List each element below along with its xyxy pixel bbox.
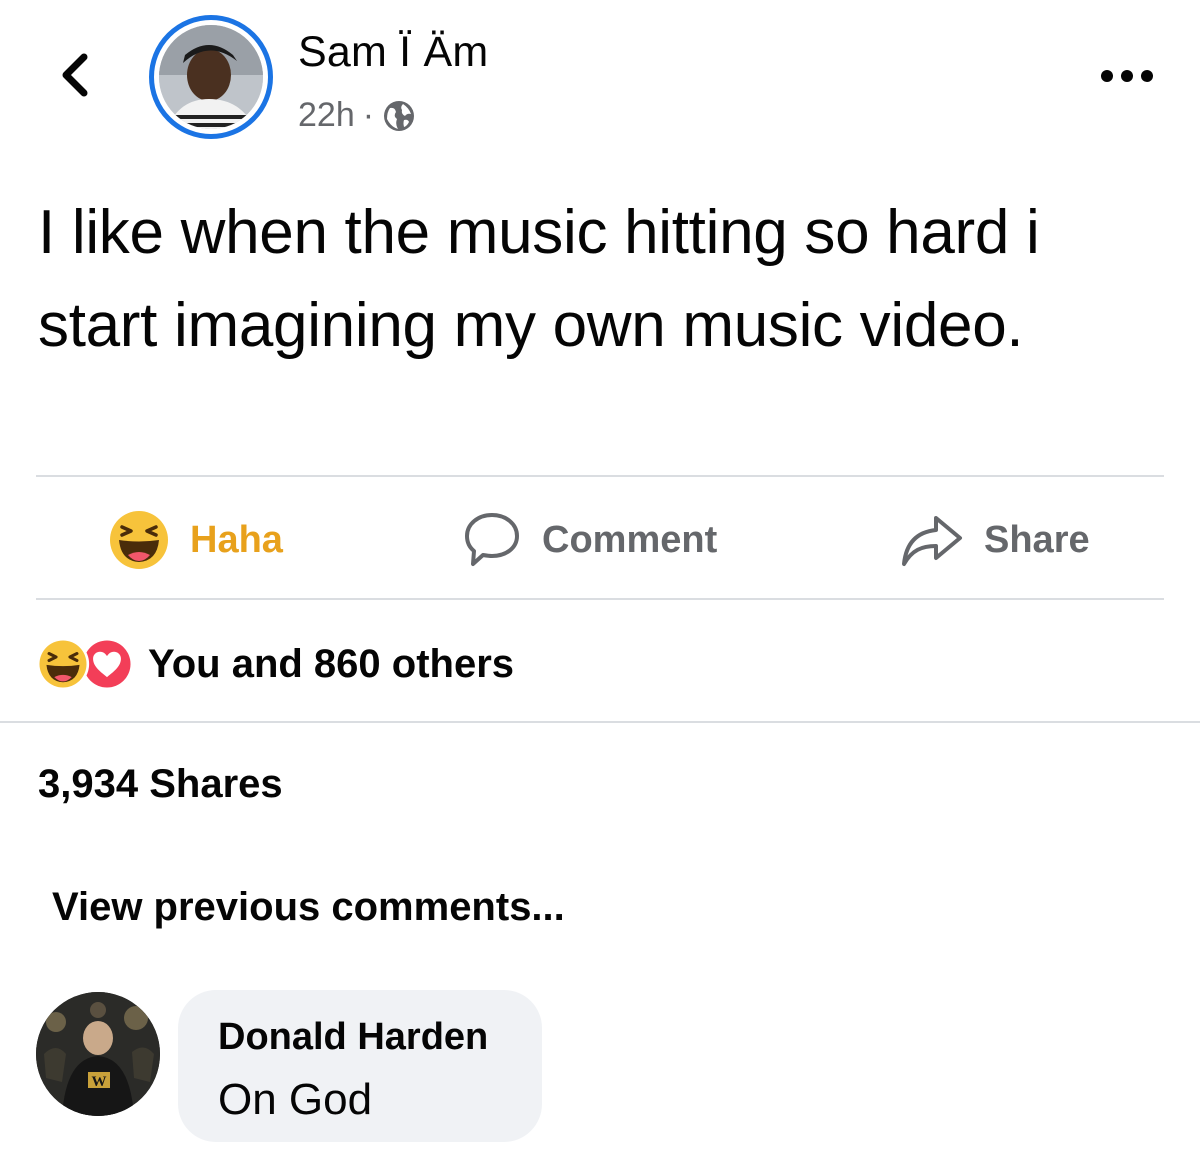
- divider: [36, 598, 1164, 600]
- comment-button[interactable]: Comment: [462, 505, 717, 575]
- comment-bubble: Donald Harden On God: [178, 990, 542, 1142]
- comment-text: On God: [218, 1075, 373, 1124]
- author-avatar-image: [159, 25, 263, 129]
- haha-reaction-button[interactable]: Haha: [108, 505, 283, 575]
- divider: [36, 475, 1164, 477]
- post-meta: 22h ·: [298, 96, 416, 135]
- shares-count[interactable]: 3,934 Shares: [38, 762, 283, 807]
- svg-text:W: W: [92, 1074, 107, 1090]
- meta-separator: ·: [362, 96, 375, 134]
- reactions-summary-text: You and 860 others: [148, 641, 515, 686]
- comment-author[interactable]: Donald Harden: [218, 1016, 542, 1059]
- commenter-avatar[interactable]: W: [36, 992, 160, 1116]
- more-horizontal-icon: [1101, 70, 1113, 82]
- post-text: I like when the music hitting so hard i …: [38, 198, 1040, 360]
- view-previous-comments-link[interactable]: View previous comments...: [52, 885, 565, 930]
- back-button[interactable]: [40, 40, 110, 110]
- comment-label: Comment: [542, 518, 718, 561]
- post-timestamp[interactable]: 22h: [298, 96, 355, 135]
- globe-icon: [384, 100, 415, 131]
- chevron-left-icon: [62, 53, 88, 97]
- haha-icon: [36, 637, 90, 691]
- share-button[interactable]: Share: [900, 505, 1090, 575]
- author-avatar[interactable]: [149, 15, 273, 139]
- reactions-summary[interactable]: You and 860 others: [36, 636, 514, 692]
- author-name[interactable]: Sam Ï Äm: [298, 28, 488, 77]
- share-icon: [902, 516, 962, 566]
- share-label: Share: [984, 518, 1090, 561]
- divider: [0, 721, 1200, 723]
- comment-icon: [465, 513, 519, 566]
- haha-icon: [110, 511, 168, 569]
- haha-label: Haha: [190, 518, 283, 561]
- more-options-button[interactable]: [1092, 56, 1162, 96]
